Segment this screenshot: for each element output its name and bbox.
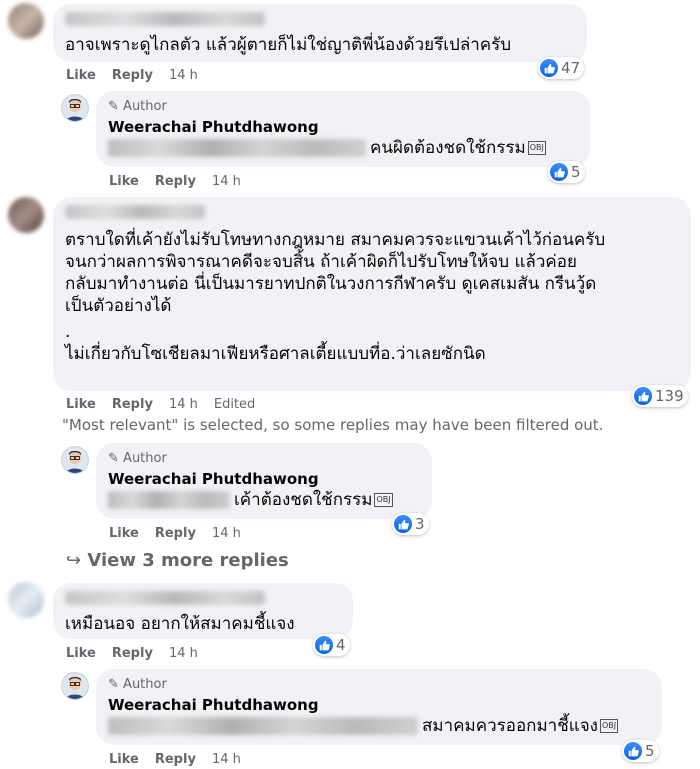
comment-text: อาจเพราะดูไกลตัว แล้วผู้ตายก็ไม่ใช่ญาติพ…: [65, 35, 512, 55]
commenter-avatar[interactable]: [8, 582, 44, 618]
author-avatar[interactable]: [61, 446, 89, 474]
obj-glyph: OBJ: [374, 493, 393, 507]
person-icon: [66, 677, 84, 699]
commenter-name[interactable]: [65, 205, 205, 219]
comment-actions: Like Reply 14 h Edited: [66, 397, 271, 413]
blurred-mention[interactable]: [108, 717, 418, 735]
author-name[interactable]: Weerachai Phutdhawong: [108, 117, 578, 137]
like-reaction-icon: [634, 387, 652, 405]
pencil-icon: ✎: [108, 99, 119, 114]
comment-bubble: เหมือนอจ อยากให้สมาคมชี้แจง: [53, 583, 353, 639]
comment-bubble: อาจเพราะดูไกลตัว แล้วผู้ตายก็ไม่ใช่ญาติพ…: [53, 4, 587, 62]
commenter-name[interactable]: [65, 591, 265, 605]
reply-text: เค้าต้องชดใช้กรรม: [234, 490, 373, 510]
reaction-number: 5: [645, 742, 655, 760]
reaction-count[interactable]: 5: [622, 740, 659, 762]
like-button[interactable]: Like: [66, 646, 96, 661]
commenter-avatar[interactable]: [8, 3, 44, 39]
reply-bubble: ✎ Author Weerachai Phutdhawong คนผิดต้อง…: [96, 91, 590, 167]
like-button[interactable]: Like: [109, 526, 139, 541]
comment-text: เหมือนอจ อยากให้สมาคมชี้แจง: [65, 614, 295, 634]
comment-line: ตราบใดที่เค้ายังไม่รับโทษทางกฎหมาย สมาคม…: [65, 230, 606, 250]
obj-glyph: OBJ: [599, 719, 619, 733]
comment-line: กลับมาทำงานต่อ นี่เป็นมารยาทปกติในวงการก…: [65, 274, 597, 294]
reaction-count[interactable]: 4: [313, 634, 350, 656]
relevance-notice: "Most relevant" is selected, so some rep…: [62, 416, 604, 434]
author-badge: ✎ Author: [108, 99, 167, 114]
author-badge: ✎ Author: [108, 451, 167, 466]
reply-button[interactable]: Reply: [112, 68, 153, 83]
like-reaction-icon: [315, 636, 333, 654]
timestamp[interactable]: 14 h: [169, 68, 198, 83]
timestamp[interactable]: 14 h: [212, 752, 241, 767]
reaction-count[interactable]: 47: [538, 57, 585, 79]
author-avatar[interactable]: [61, 672, 89, 700]
person-icon: [66, 451, 84, 473]
reply-button[interactable]: Reply: [155, 174, 196, 189]
reaction-number: 4: [336, 636, 346, 654]
author-badge: ✎ Author: [108, 677, 167, 692]
like-button[interactable]: Like: [109, 174, 139, 189]
edited-label: Edited: [213, 397, 256, 412]
timestamp[interactable]: 14 h: [212, 526, 241, 541]
reply-bubble: ✎ Author Weerachai Phutdhawong เค้าต้องช…: [96, 443, 432, 519]
reply-actions: Like Reply 14 h: [109, 526, 257, 542]
reply-button[interactable]: Reply: [155, 526, 196, 541]
comment-bubble: ตราบใดที่เค้ายังไม่รับโทษทางกฎหมาย สมาคม…: [53, 197, 691, 391]
reply-actions: Like Reply 14 h: [109, 174, 257, 190]
reply-text-line: คนผิดต้องชดใช้กรรม OBJ: [108, 137, 578, 159]
commenter-avatar[interactable]: [8, 197, 44, 233]
blurred-mention[interactable]: [108, 139, 366, 157]
reaction-number: 139: [655, 387, 684, 405]
reaction-number: 47: [561, 59, 581, 77]
like-button[interactable]: Like: [109, 752, 139, 767]
timestamp[interactable]: 14 h: [169, 646, 198, 661]
reply-text: สมาคมควรออกมาชี้แจง: [422, 716, 598, 736]
comment-actions: Like Reply 14 h: [66, 68, 214, 84]
person-icon: [66, 99, 84, 121]
like-reaction-icon: [540, 59, 558, 77]
reply-actions: Like Reply 14 h: [109, 752, 257, 768]
comment-line: เป็นตัวอย่างได้: [65, 296, 172, 316]
like-reaction-icon: [394, 515, 412, 533]
timestamp[interactable]: 14 h: [169, 397, 198, 412]
reply-text: คนผิดต้องชดใช้กรรม: [370, 138, 526, 158]
reaction-count[interactable]: 139: [632, 385, 688, 407]
blurred-mention[interactable]: [108, 491, 230, 509]
reply-text-line: สมาคมควรออกมาชี้แจง OBJ: [108, 715, 650, 737]
timestamp[interactable]: 14 h: [212, 174, 241, 189]
author-name[interactable]: Weerachai Phutdhawong: [108, 469, 420, 489]
author-name[interactable]: Weerachai Phutdhawong: [108, 695, 650, 715]
commenter-name[interactable]: [65, 12, 265, 26]
reply-button[interactable]: Reply: [112, 397, 153, 412]
reply-button[interactable]: Reply: [112, 646, 153, 661]
view-more-replies[interactable]: ↪ View 3 more replies: [66, 550, 289, 571]
pencil-icon: ✎: [108, 677, 119, 692]
reply-button[interactable]: Reply: [155, 752, 196, 767]
reaction-number: 5: [571, 163, 581, 181]
like-reaction-icon: [624, 742, 642, 760]
reaction-count[interactable]: 3: [392, 513, 429, 535]
pencil-icon: ✎: [108, 451, 119, 466]
like-button[interactable]: Like: [66, 68, 96, 83]
obj-glyph: OBJ: [527, 141, 546, 155]
comment-line: ไม่เกี่ยวกับโซเชียลมาเฟียหรือศาลเตี้ยแบบ…: [65, 344, 486, 364]
reply-bubble: ✎ Author Weerachai Phutdhawong สมาคมควรอ…: [96, 669, 662, 745]
comment-line: จนกว่าผลการพิจารณาคดีจะจบสิ้น ถ้าเค้าผิด…: [65, 252, 577, 272]
like-reaction-icon: [550, 163, 568, 181]
comment-actions: Like Reply 14 h: [66, 646, 214, 662]
comment-line: .: [65, 322, 71, 342]
reply-arrow-icon: ↪: [66, 550, 82, 571]
reaction-count[interactable]: 5: [548, 161, 585, 183]
reaction-number: 3: [415, 515, 425, 533]
author-avatar[interactable]: [61, 94, 89, 122]
like-button[interactable]: Like: [66, 397, 96, 412]
reply-text-line: เค้าต้องชดใช้กรรม OBJ: [108, 489, 420, 511]
comment-text: ตราบใดที่เค้ายังไม่รับโทษทางกฎหมาย สมาคม…: [65, 229, 679, 365]
